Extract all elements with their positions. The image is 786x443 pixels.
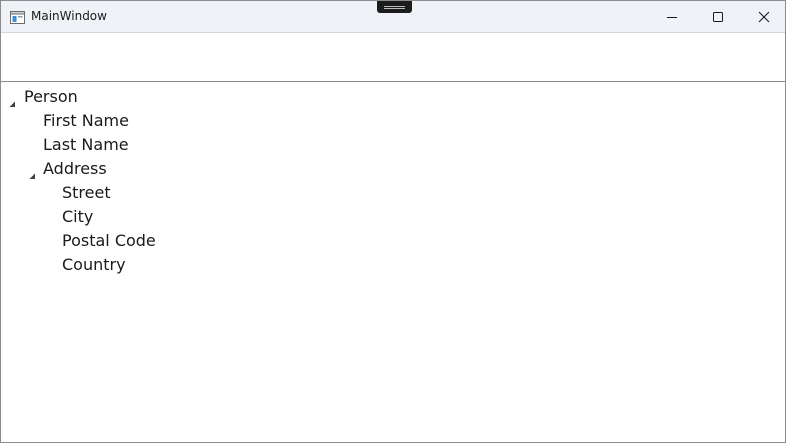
main-window: MainWindow Person First Name Last Name A… bbox=[0, 0, 786, 443]
minimize-button[interactable] bbox=[649, 1, 695, 32]
maximize-button[interactable] bbox=[695, 1, 741, 32]
empty-top-panel bbox=[1, 32, 785, 82]
expand-triangle-icon[interactable] bbox=[9, 93, 16, 107]
close-icon bbox=[758, 11, 770, 23]
tree-item-label: Last Name bbox=[43, 135, 129, 154]
tree-item-address[interactable]: Address bbox=[43, 157, 107, 181]
tree-item-label: City bbox=[62, 207, 94, 226]
tree-item-street[interactable]: Street bbox=[62, 181, 111, 205]
tree-item-label: Person bbox=[24, 87, 78, 106]
title-bar[interactable]: MainWindow bbox=[1, 1, 785, 32]
expand-triangle-icon[interactable] bbox=[29, 165, 36, 179]
tree-item-label: Address bbox=[43, 159, 107, 178]
tree-item-postal-code[interactable]: Postal Code bbox=[62, 229, 156, 253]
minimize-icon bbox=[666, 11, 678, 23]
tree-item-last-name[interactable]: Last Name bbox=[43, 133, 129, 157]
tree-view[interactable]: Person First Name Last Name Address Stre… bbox=[1, 84, 785, 442]
window-app-icon bbox=[10, 9, 25, 24]
tree-item-person[interactable]: Person bbox=[24, 85, 78, 109]
tree-item-label: Country bbox=[62, 255, 126, 274]
tree-item-label: First Name bbox=[43, 111, 129, 130]
tree-item-label: Postal Code bbox=[62, 231, 156, 250]
tree-item-country[interactable]: Country bbox=[62, 253, 126, 277]
tree-item-first-name[interactable]: First Name bbox=[43, 109, 129, 133]
tree-item-label: Street bbox=[62, 183, 111, 202]
window-title: MainWindow bbox=[31, 9, 107, 23]
snap-layout-handle[interactable] bbox=[377, 1, 412, 13]
maximize-icon bbox=[712, 11, 724, 23]
tree-item-city[interactable]: City bbox=[62, 205, 93, 229]
close-button[interactable] bbox=[741, 1, 785, 32]
